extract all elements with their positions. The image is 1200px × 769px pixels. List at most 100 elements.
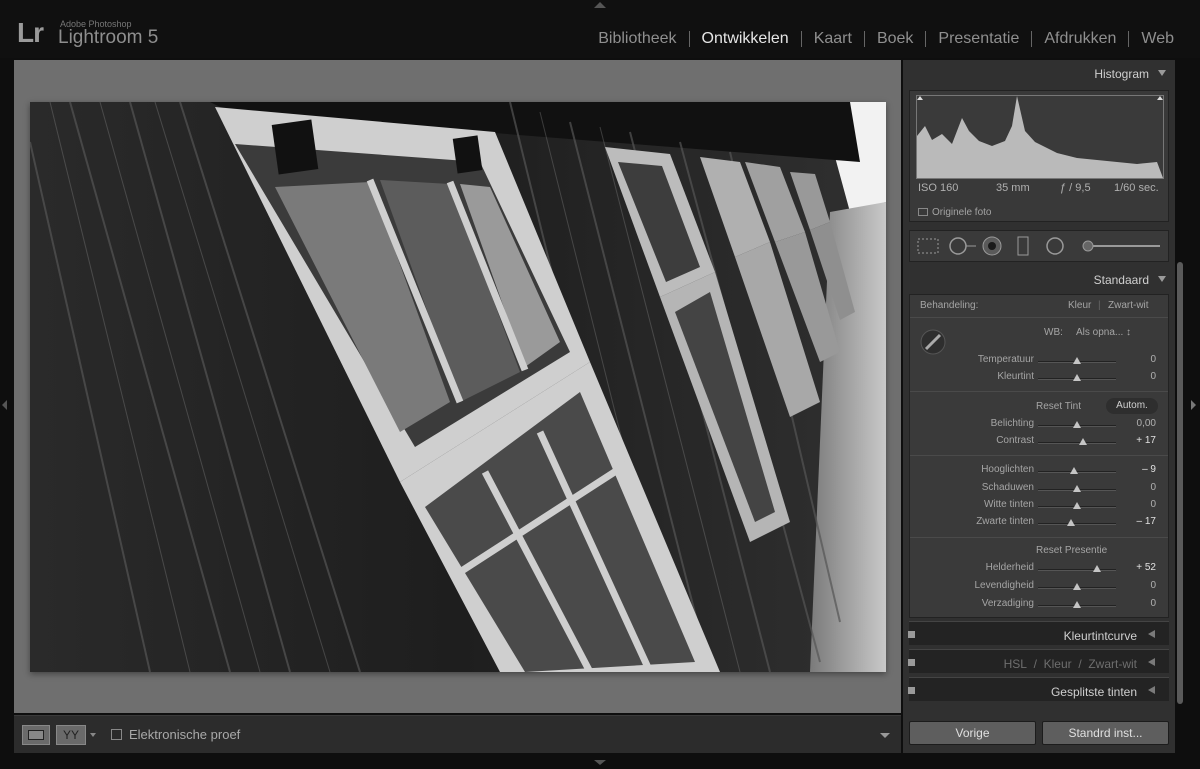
slider-knob[interactable] [1079, 438, 1088, 445]
right-panel-toggle-icon[interactable] [1191, 400, 1196, 410]
module-web[interactable]: Web [1129, 30, 1186, 48]
whites-slider[interactable]: Witte tinten 0 [910, 498, 1168, 514]
module-header: Lr Adobe Photoshop Lightroom 5 Bibliothe… [0, 0, 1200, 58]
basic-panel: Behandeling: Kleur | Zwart-wit WB: Als o… [909, 294, 1169, 618]
slider-value[interactable]: + 17 [1136, 435, 1156, 446]
clarity-slider[interactable]: Helderheid + 52 [910, 561, 1168, 577]
module-map[interactable]: Kaart [802, 30, 864, 48]
tint-slider[interactable]: Kleurtint 0 [910, 370, 1168, 386]
toolbar-options-dropdown[interactable] [871, 722, 897, 748]
slider-knob[interactable] [1073, 421, 1081, 428]
auto-tone-button[interactable]: Autom. [1106, 398, 1158, 414]
slider-value[interactable]: 0 [1150, 371, 1156, 382]
collapse-icon[interactable] [1158, 276, 1166, 282]
adjustment-brush-icon[interactable] [1082, 240, 1160, 252]
blacks-slider[interactable]: Zwarte tinten – 17 [910, 515, 1168, 531]
contrast-slider[interactable]: Contrast + 17 [910, 434, 1168, 450]
panel-scrollbar[interactable] [1177, 262, 1183, 704]
app-name: Lightroom 5 [58, 27, 159, 48]
slider-knob[interactable] [1073, 357, 1081, 364]
reset-presence-link[interactable]: Reset Presentie [1036, 545, 1107, 556]
slider-knob[interactable] [1066, 519, 1075, 526]
tone-curve-bar: Kleurtintcurve [903, 622, 1163, 648]
basic-title: Standaard [1093, 273, 1149, 287]
saturation-slider[interactable]: Verzadiging 0 [910, 597, 1168, 613]
panel-switch-icon[interactable] [908, 659, 915, 666]
slider-knob[interactable] [1073, 374, 1081, 381]
slider-track[interactable] [1038, 569, 1116, 571]
top-panel-toggle-icon[interactable] [594, 2, 606, 8]
temperature-slider[interactable]: Temperatuur 0 [910, 353, 1168, 369]
radial-filter-icon[interactable] [1046, 237, 1064, 255]
loupe-icon [28, 730, 44, 740]
histogram-title: Histogram [1094, 67, 1149, 81]
before-after-button[interactable]: YY [56, 725, 86, 745]
shadows-slider[interactable]: Schaduwen 0 [910, 481, 1168, 497]
photo-preview [30, 102, 886, 672]
color-tab[interactable]: Kleur [1044, 657, 1072, 671]
hsl-bar: HSL / Kleur / Zwart-wit [903, 650, 1163, 676]
slider-track[interactable] [1038, 523, 1116, 525]
tone-curve-header[interactable]: Kleurtintcurve [908, 621, 1169, 645]
slider-knob[interactable] [1093, 565, 1102, 572]
slider-value[interactable]: 0,00 [1137, 418, 1156, 429]
tool-strip-icons [917, 236, 1160, 256]
slider-value[interactable]: 0 [1150, 580, 1156, 591]
slider-label: Levendigheid [974, 580, 1035, 591]
module-slideshow[interactable]: Presentatie [926, 30, 1031, 48]
slider-value[interactable]: 0 [1150, 482, 1156, 493]
vibrance-slider[interactable]: Levendigheid 0 [910, 579, 1168, 595]
slider-track[interactable] [1038, 442, 1116, 444]
histogram-header[interactable]: Histogram [903, 60, 1175, 86]
expand-icon[interactable] [1148, 658, 1155, 666]
crop-icon[interactable] [917, 238, 939, 254]
before-after-menu-icon[interactable] [90, 733, 96, 737]
slider-value[interactable]: + 52 [1136, 562, 1156, 573]
module-develop[interactable]: Ontwikkelen [690, 30, 801, 48]
hsl-header[interactable]: HSL / Kleur / Zwart-wit [908, 649, 1169, 673]
collapse-icon[interactable] [1158, 70, 1166, 76]
image-viewer[interactable] [14, 60, 901, 713]
expand-icon[interactable] [1148, 630, 1155, 638]
soft-proof-checkbox[interactable] [111, 729, 122, 740]
loupe-view-button[interactable] [22, 725, 50, 745]
slider-value[interactable]: 0 [1150, 354, 1156, 365]
spot-removal-icon[interactable] [949, 237, 976, 255]
bw-tab[interactable]: Zwart-wit [1088, 657, 1137, 671]
split-toning-title: Gesplitste tinten [1050, 685, 1137, 699]
previous-button[interactable]: Vorige [909, 721, 1036, 745]
module-library[interactable]: Bibliotheek [586, 30, 688, 48]
red-eye-icon[interactable] [982, 236, 1002, 256]
slider-value[interactable]: – 17 [1137, 516, 1156, 527]
highlights-slider[interactable]: Hooglichten – 9 [910, 463, 1168, 479]
treatment-color[interactable]: Kleur [1068, 300, 1091, 311]
slider-value[interactable]: 0 [1150, 499, 1156, 510]
module-print[interactable]: Afdrukken [1032, 30, 1128, 48]
slider-knob[interactable] [1073, 583, 1081, 590]
basic-header[interactable]: Standaard [903, 266, 1175, 292]
filmstrip-toggle-icon[interactable] [594, 760, 606, 765]
slider-knob[interactable] [1069, 467, 1078, 474]
slider-knob[interactable] [1073, 601, 1081, 608]
slider-value[interactable]: 0 [1150, 598, 1156, 609]
original-photo-toggle[interactable]: Originele foto [918, 207, 991, 218]
panel-switch-icon[interactable] [908, 687, 915, 694]
wb-preset-dropdown[interactable]: Als opna... ↕ [1076, 327, 1131, 338]
defaults-button[interactable]: Standrd inst... [1042, 721, 1169, 745]
split-toning-header[interactable]: Gesplitste tinten [908, 677, 1169, 701]
left-panel-toggle-icon[interactable] [2, 400, 7, 410]
checkbox-icon[interactable] [918, 208, 928, 216]
slider-value[interactable]: – 9 [1142, 464, 1156, 475]
exposure-slider[interactable]: Belichting 0,00 [910, 417, 1168, 433]
panel-switch-icon[interactable] [908, 631, 915, 638]
expand-icon[interactable] [1148, 686, 1155, 694]
slider-knob[interactable] [1073, 502, 1081, 509]
hsl-tab[interactable]: HSL [1004, 657, 1027, 671]
reset-tone-link[interactable]: Reset Tint [1036, 401, 1081, 412]
treatment-separator: | [1098, 300, 1101, 311]
histogram-graph[interactable] [916, 95, 1164, 179]
graduated-filter-icon[interactable] [1017, 236, 1029, 256]
slider-knob[interactable] [1073, 485, 1081, 492]
treatment-bw[interactable]: Zwart-wit [1108, 300, 1149, 311]
module-book[interactable]: Boek [865, 30, 925, 48]
